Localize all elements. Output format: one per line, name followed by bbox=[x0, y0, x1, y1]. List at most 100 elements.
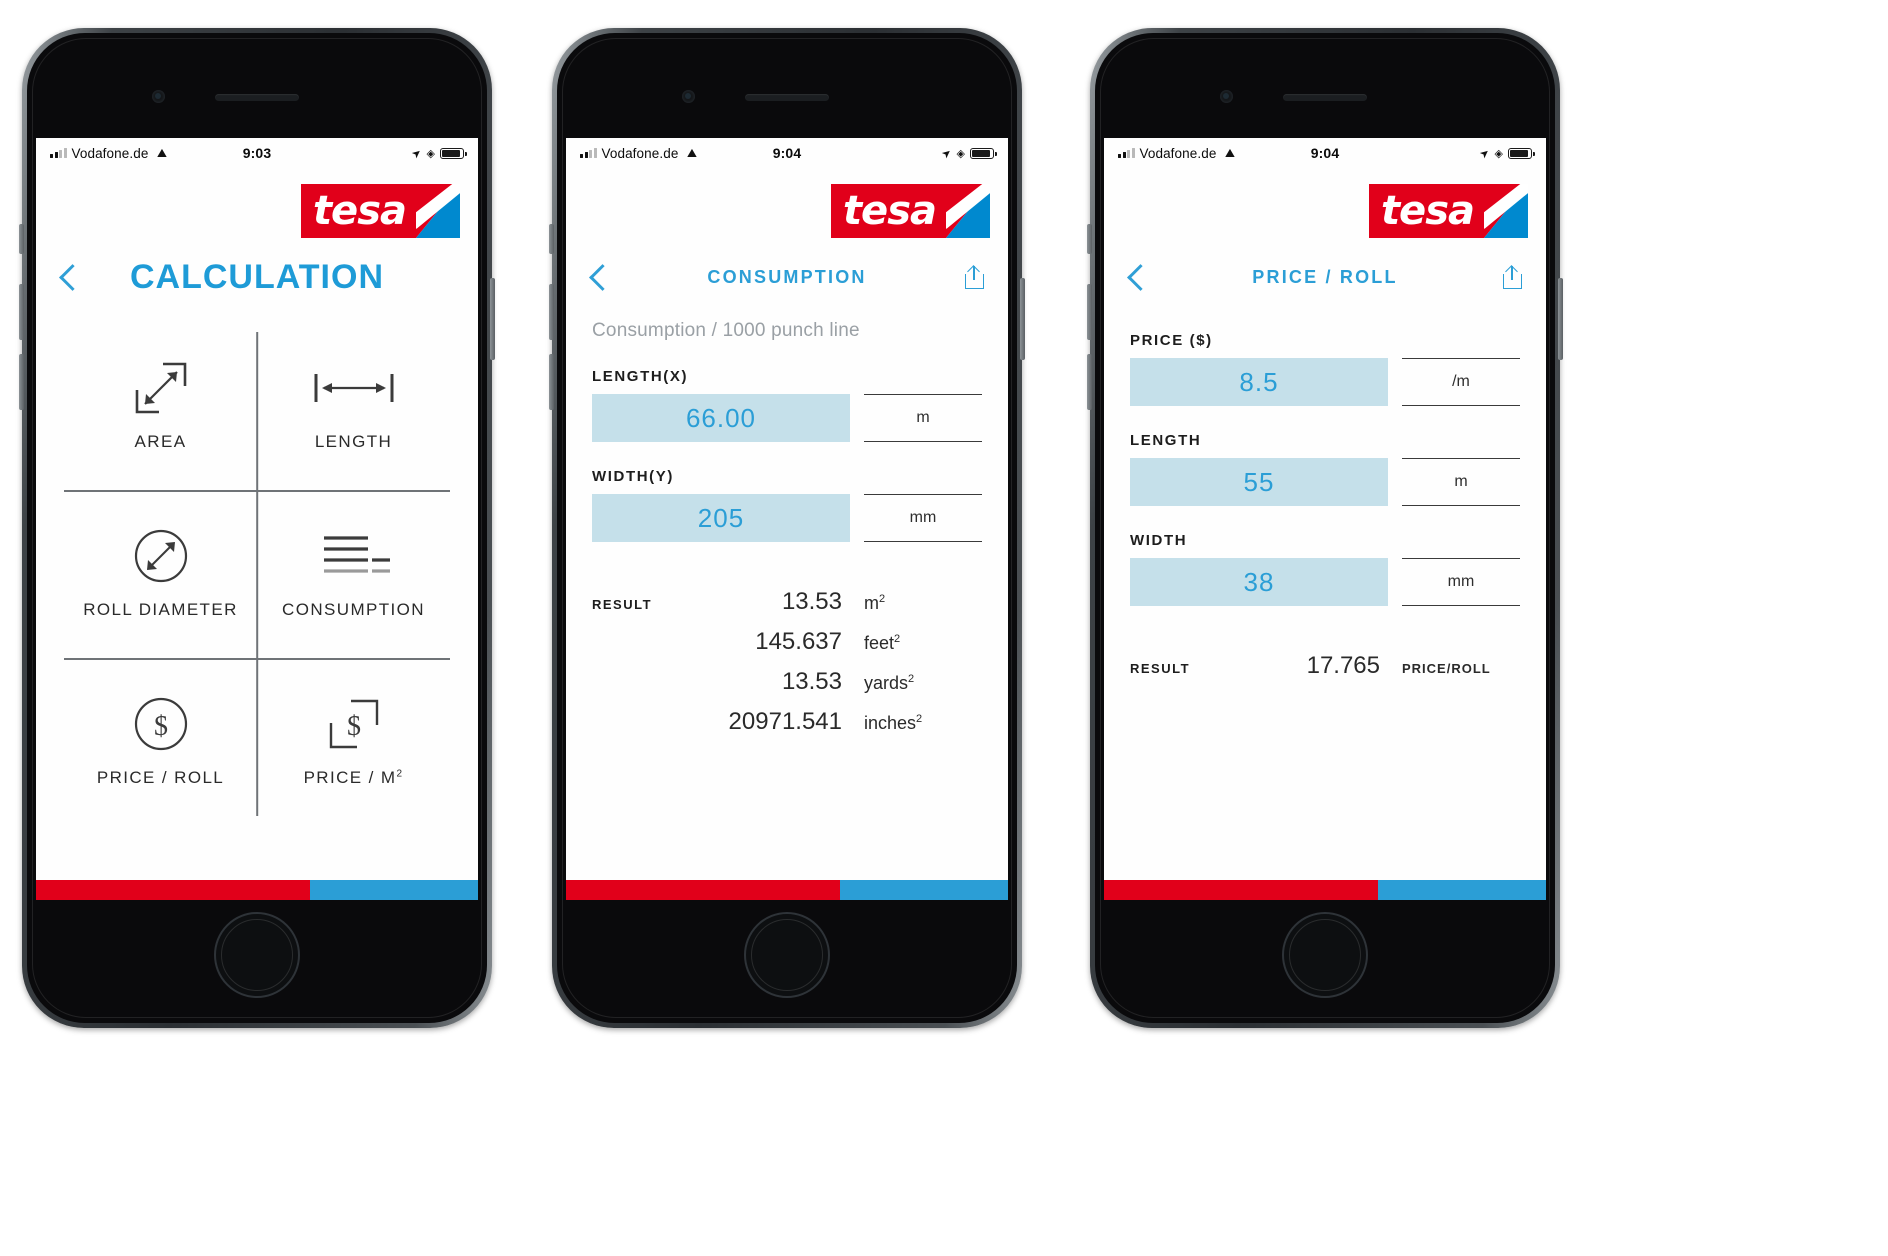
dollar-circle-icon: $ bbox=[132, 696, 190, 752]
calc-tile-label: LENGTH bbox=[314, 432, 393, 451]
silent-switch[interactable] bbox=[1087, 224, 1092, 254]
tesa-logo: tesa bbox=[1368, 184, 1528, 238]
status-bar-clock: 9:04 bbox=[1310, 145, 1340, 161]
location-arrow-icon: ➤ bbox=[1477, 145, 1493, 161]
screen-calculation: Vodafone.de 9:03 ➤ ◈ tesa bbox=[36, 138, 478, 900]
field-label: PRICE ($) bbox=[1130, 332, 1213, 349]
share-icon[interactable] bbox=[1503, 264, 1522, 289]
volume-down-button[interactable] bbox=[549, 354, 554, 410]
field-label: LENGTH bbox=[1130, 432, 1202, 449]
volume-up-button[interactable] bbox=[549, 284, 554, 340]
result-block: RESULT 13.53 m2 145.637 feet2 13.53 yard… bbox=[592, 588, 982, 748]
page-subtitle: Consumption / 1000 punch line bbox=[592, 320, 860, 341]
status-bar-clock: 9:04 bbox=[772, 145, 802, 161]
result-unit: inches2 bbox=[864, 713, 923, 733]
battery-icon bbox=[1508, 147, 1535, 159]
earpiece-speaker bbox=[215, 94, 299, 101]
result-row: 20971.541 inches2 bbox=[592, 708, 982, 748]
tesa-flag-icon bbox=[416, 184, 460, 238]
length-input[interactable]: 55 bbox=[1130, 458, 1388, 506]
page-title: CALCULATION bbox=[130, 257, 384, 296]
field-label: WIDTH(Y) bbox=[592, 468, 674, 485]
calc-tile-area[interactable]: AREA bbox=[64, 322, 257, 490]
length-x-input[interactable]: 66.00 bbox=[592, 394, 850, 442]
share-icon[interactable] bbox=[965, 264, 984, 289]
calc-tile-consumption[interactable]: CONSUMPTION bbox=[257, 490, 450, 658]
status-bar-right: ➤ ◈ bbox=[939, 145, 997, 161]
location-arrow-icon: ➤ bbox=[939, 145, 955, 161]
calc-tile-price-per-roll[interactable]: $ PRICE / ROLL bbox=[64, 658, 257, 826]
result-unit: PRICE/ROLL bbox=[1402, 661, 1491, 676]
result-unit: m2 bbox=[864, 593, 886, 613]
calc-tile-label: AREA bbox=[134, 432, 187, 451]
status-bar-left: Vodafone.de bbox=[580, 146, 700, 161]
bluetooth-icon: ◈ bbox=[956, 147, 965, 160]
calc-tile-length[interactable]: LENGTH bbox=[257, 322, 450, 490]
brand-logo-row: tesa bbox=[1104, 168, 1546, 238]
phone-device-consumption: Vodafone.de 9:04 ➤ ◈ tesa bbox=[549, 28, 1025, 1028]
calc-tile-roll-diameter[interactable]: ROLL DIAMETER bbox=[64, 490, 257, 658]
brand-bottom-bar bbox=[1104, 880, 1546, 900]
brand-bottom-bar bbox=[566, 880, 1008, 900]
status-bar: Vodafone.de 9:04 ➤ ◈ bbox=[566, 138, 1008, 168]
status-bar-right: ➤ ◈ bbox=[409, 145, 467, 161]
horizontal-arrow-length-icon bbox=[312, 360, 396, 416]
field-row: 38 mm bbox=[1130, 558, 1520, 607]
back-chevron-icon[interactable] bbox=[588, 266, 610, 288]
volume-up-button[interactable] bbox=[19, 284, 24, 340]
svg-text:$: $ bbox=[347, 711, 361, 742]
front-camera bbox=[682, 90, 695, 103]
field-row: 55 m bbox=[1130, 458, 1520, 507]
field-group-width: WIDTH 38 mm bbox=[1104, 532, 1546, 607]
location-arrow-icon: ➤ bbox=[409, 145, 425, 161]
field-label: WIDTH bbox=[1130, 532, 1188, 549]
carrier-label: Vodafone.de bbox=[601, 145, 679, 161]
volume-down-button[interactable] bbox=[1087, 354, 1092, 410]
tesa-flag-icon bbox=[1484, 184, 1528, 238]
result-unit: yards2 bbox=[864, 673, 915, 693]
screen-price-per-roll: Vodafone.de 9:04 ➤ ◈ tesa bbox=[1104, 138, 1546, 900]
phone-device-price-per-roll: Vodafone.de 9:04 ➤ ◈ tesa bbox=[1087, 28, 1563, 1028]
battery-icon bbox=[970, 147, 997, 159]
silent-switch[interactable] bbox=[19, 224, 24, 254]
signal-bars-icon bbox=[50, 148, 67, 158]
home-button[interactable] bbox=[744, 912, 830, 998]
tesa-flag-icon bbox=[946, 184, 990, 238]
power-button[interactable] bbox=[1020, 278, 1025, 360]
back-chevron-icon[interactable] bbox=[58, 266, 80, 288]
price-unit[interactable]: /m bbox=[1402, 358, 1520, 407]
dollar-square-icon: $ bbox=[323, 696, 385, 752]
silent-switch[interactable] bbox=[549, 224, 554, 254]
width-unit[interactable]: mm bbox=[1402, 558, 1520, 607]
signal-bars-icon bbox=[1118, 148, 1135, 158]
result-block: RESULT 17.765 PRICE/ROLL bbox=[1130, 652, 1520, 692]
volume-up-button[interactable] bbox=[1087, 284, 1092, 340]
length-unit[interactable]: m bbox=[1402, 458, 1520, 507]
field-group-price: PRICE ($) 8.5 /m bbox=[1104, 332, 1546, 407]
wifi-icon bbox=[685, 148, 700, 159]
signal-bars-icon bbox=[580, 148, 597, 158]
home-button[interactable] bbox=[214, 912, 300, 998]
power-button[interactable] bbox=[1558, 278, 1563, 360]
length-x-unit[interactable]: m bbox=[864, 394, 982, 443]
screenshot-stage: Vodafone.de 9:03 ➤ ◈ tesa bbox=[0, 0, 1888, 1256]
brand-bar-blue bbox=[1378, 880, 1546, 900]
nav-bar: CONSUMPTION bbox=[566, 248, 1008, 306]
width-y-unit[interactable]: mm bbox=[864, 494, 982, 543]
calc-tile-price-per-m2[interactable]: $ PRICE / M2 bbox=[257, 658, 450, 826]
power-button[interactable] bbox=[490, 278, 495, 360]
width-input[interactable]: 38 bbox=[1130, 558, 1388, 606]
result-value: 145.637 bbox=[755, 628, 842, 655]
phone-device-calculation: Vodafone.de 9:03 ➤ ◈ tesa bbox=[19, 28, 495, 1028]
price-input[interactable]: 8.5 bbox=[1130, 358, 1388, 406]
front-camera bbox=[1220, 90, 1233, 103]
result-row: RESULT 17.765 PRICE/ROLL bbox=[1130, 652, 1520, 692]
earpiece-speaker bbox=[1283, 94, 1367, 101]
back-chevron-icon[interactable] bbox=[1126, 266, 1148, 288]
brand-bar-red bbox=[566, 880, 841, 900]
volume-down-button[interactable] bbox=[19, 354, 24, 410]
bluetooth-icon: ◈ bbox=[1494, 147, 1503, 160]
width-y-input[interactable]: 205 bbox=[592, 494, 850, 542]
home-button[interactable] bbox=[1282, 912, 1368, 998]
result-label: RESULT bbox=[592, 597, 653, 612]
